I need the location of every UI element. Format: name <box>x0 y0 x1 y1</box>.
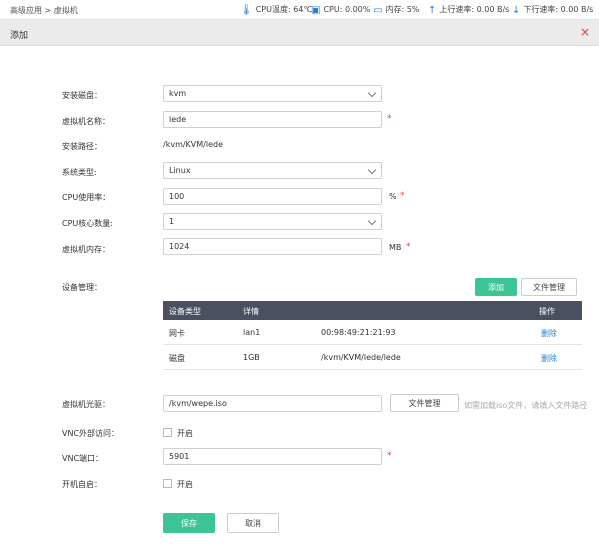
header-detail: 详情 <box>243 307 259 316</box>
upload-arrow-icon: ↑ <box>428 5 437 16</box>
device-manage-label: 设备管理： <box>62 283 102 292</box>
row-device-type: 网卡 <box>169 329 185 338</box>
delete-link[interactable]: 删除 <box>541 328 557 339</box>
device-table: 设备类型 详情 操作 网卡 lan1 00:98:49:21:21:93 删除 … <box>163 301 582 370</box>
vm-memory-unit: MB <box>389 243 402 252</box>
os-type-select[interactable]: Linux <box>163 162 382 179</box>
cdrom-label: 虚拟机光驱： <box>62 400 110 409</box>
row-detail-1: 1GB <box>243 353 260 362</box>
save-button[interactable]: 保存 <box>163 513 215 533</box>
vm-name-input[interactable]: lede <box>163 111 382 128</box>
cpu-icon: ▣ <box>311 5 321 16</box>
cpu-usage-input[interactable]: 100 <box>163 188 382 205</box>
cdrom-hint: 如需加载iso文件，请填入文件路径 <box>464 401 588 410</box>
row-detail-2: /kvm/KVM/lede/lede <box>321 353 401 362</box>
vnc-port-label: VNC端口： <box>62 454 104 463</box>
required-mark: * <box>406 242 411 252</box>
download-text: 下行速率: 0.00 B/s <box>523 5 594 14</box>
autostart-option: 开启 <box>177 480 193 489</box>
os-type-label: 系统类型: <box>62 168 97 177</box>
breadcrumb-parent[interactable]: 高级应用 <box>10 6 42 15</box>
vnc-external-label: VNC外部访问： <box>62 429 120 438</box>
cancel-button[interactable]: 取消 <box>227 513 279 533</box>
breadcrumb: 高级应用 > 虚拟机 <box>10 5 78 16</box>
download-arrow-icon: ↓ <box>512 5 521 16</box>
table-row: 磁盘 1GB /kvm/KVM/lede/lede 删除 <box>163 345 582 370</box>
header-device-type: 设备类型 <box>169 307 201 316</box>
disk-select[interactable]: kvm <box>163 85 382 102</box>
row-detail-1: lan1 <box>243 328 261 337</box>
dialog-title: 添加 <box>10 31 29 41</box>
cpu-usage-label: CPU使用率： <box>62 193 111 202</box>
vm-memory-label: 虚拟机内存： <box>62 245 110 254</box>
row-device-type: 磁盘 <box>169 354 185 363</box>
table-header: 设备类型 详情 操作 <box>163 301 582 320</box>
required-mark: * <box>400 191 405 201</box>
download-stat: ↓ 下行速率: 0.00 B/s <box>512 4 594 16</box>
add-device-button[interactable]: 添加 <box>475 278 517 296</box>
install-path-value: /kvm/KVM/lede <box>163 140 224 149</box>
cdrom-path-input[interactable]: /kvm/wepe.iso <box>163 395 382 412</box>
mem-text: 内存: 5% <box>385 5 420 14</box>
delete-link[interactable]: 删除 <box>541 353 557 364</box>
cpu-usage-unit: % <box>389 192 397 201</box>
vnc-external-checkbox[interactable] <box>163 428 172 437</box>
dialog-header: 添加 × <box>0 20 599 46</box>
cpu-text: CPU: 0.00% <box>323 5 371 14</box>
row-detail-2: 00:98:49:21:21:93 <box>321 328 396 337</box>
breadcrumb-current: 虚拟机 <box>53 6 78 15</box>
cpu-cores-select[interactable]: 1 <box>163 213 382 230</box>
mem-stat: ▭ 内存: 5% <box>373 4 420 16</box>
thermometer-icon: 🌡︎ <box>240 5 253 16</box>
cpu-temp-stat: 🌡︎ CPU温度: 64℃ <box>240 4 313 16</box>
vm-memory-input[interactable]: 1024 <box>163 238 382 255</box>
file-manage-button[interactable]: 文件管理 <box>521 278 577 296</box>
install-path-label: 安装路径： <box>62 142 102 151</box>
cpu-cores-label: CPU核心数量: <box>62 219 113 228</box>
upload-text: 上行速率: 0.00 B/s <box>439 5 510 14</box>
autostart-checkbox[interactable] <box>163 479 172 488</box>
breadcrumb-separator: > <box>44 6 52 15</box>
cpu-stat: ▣ CPU: 0.00% <box>311 4 371 16</box>
header-action: 操作 <box>539 307 555 316</box>
close-icon[interactable]: × <box>580 25 590 39</box>
cpu-temp-text: CPU温度: 64℃ <box>255 5 313 14</box>
upload-stat: ↑ 上行速率: 0.00 B/s <box>428 4 510 16</box>
top-bar: 高级应用 > 虚拟机 🌡︎ CPU温度: 64℃ ▣ CPU: 0.00% ▭ 内存:… <box>0 0 599 20</box>
monitor-icon: ▭ <box>373 5 383 16</box>
cdrom-file-manage-button[interactable]: 文件管理 <box>390 394 459 412</box>
vnc-external-option: 开启 <box>177 429 193 438</box>
disk-label: 安装磁盘： <box>62 91 102 100</box>
vnc-port-input[interactable]: 5901 <box>163 448 382 465</box>
required-mark: * <box>387 451 392 461</box>
required-mark: * <box>387 114 392 124</box>
autostart-label: 开机自启： <box>62 480 102 489</box>
vm-name-label: 虚拟机名称： <box>62 117 110 126</box>
table-row: 网卡 lan1 00:98:49:21:21:93 删除 <box>163 320 582 345</box>
